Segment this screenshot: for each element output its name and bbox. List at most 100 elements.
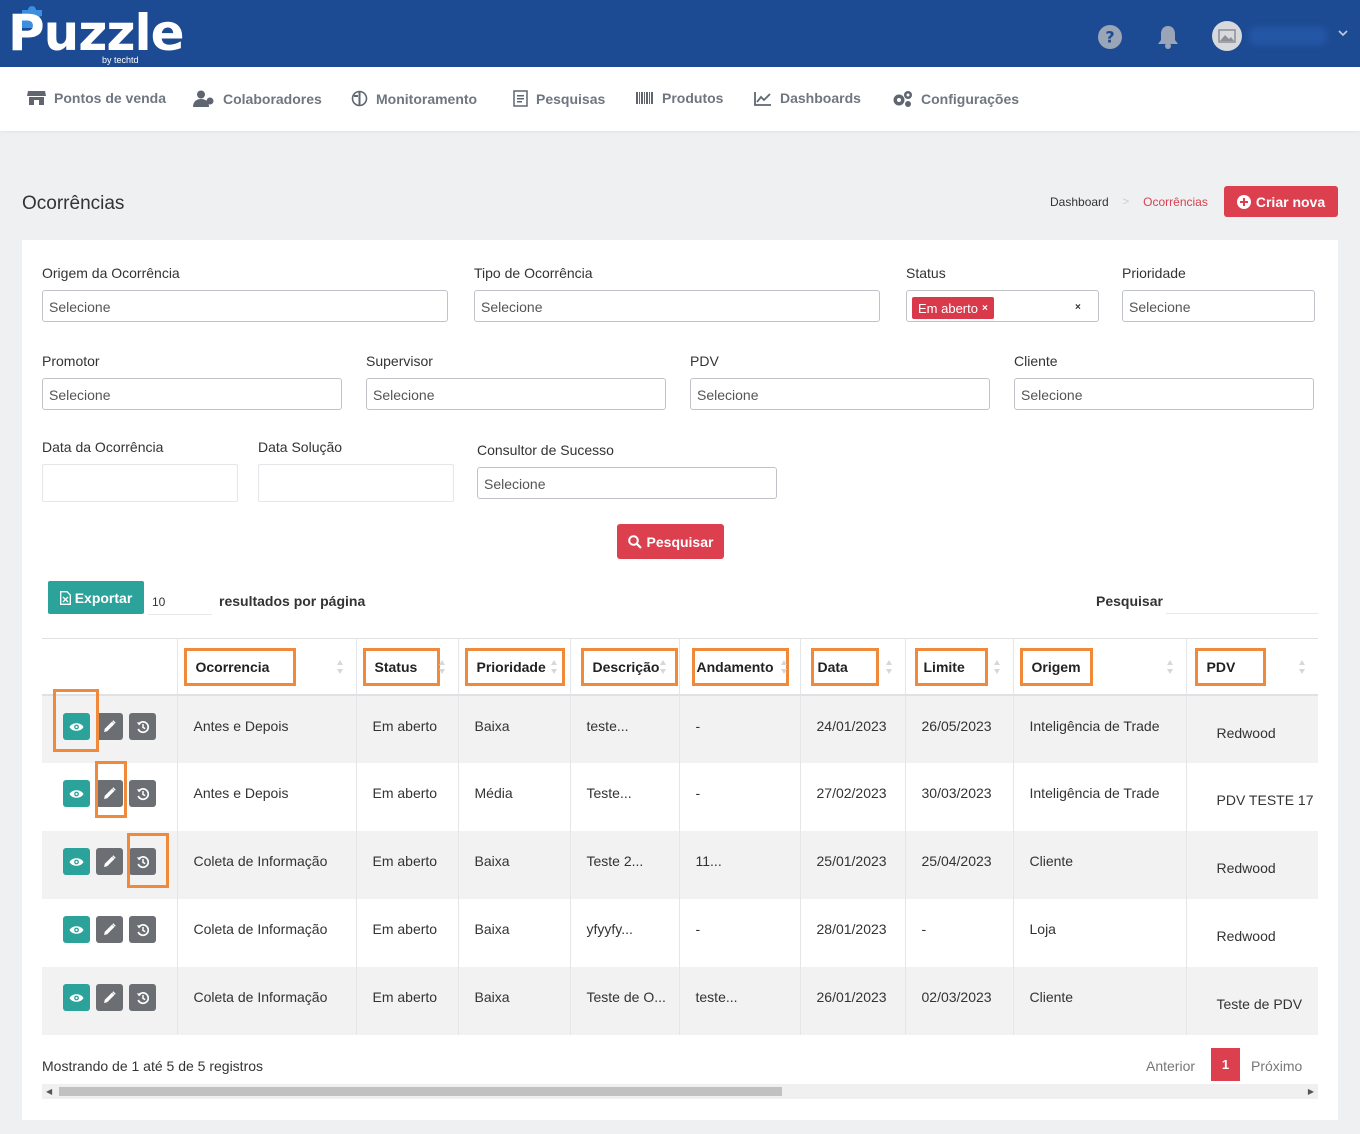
col-actions [42, 639, 178, 696]
nav-item-colaboradores[interactable]: Colaboradores [193, 90, 322, 107]
cell-limite: 26/05/2023 [905, 695, 1014, 763]
history-button[interactable] [129, 780, 156, 807]
col-data[interactable]: Data [800, 639, 906, 696]
survey-icon [513, 90, 528, 107]
chevron-down-icon[interactable] [1338, 29, 1348, 37]
table-row: Coleta de Informação Em aberto Baixa Teste … [42, 967, 1318, 1035]
cell-descricao: Teste 2... [570, 831, 680, 899]
edit-button[interactable] [96, 984, 123, 1011]
col-label: Status [362, 647, 441, 686]
history-button[interactable] [129, 713, 156, 740]
history-button[interactable] [129, 984, 156, 1011]
export-label: Exportar [74, 589, 133, 606]
svg-text:?: ? [1105, 28, 1114, 47]
cliente-select[interactable]: Selecione [1014, 378, 1314, 410]
origem-select[interactable]: Selecione [42, 290, 448, 322]
clear-selection-icon[interactable]: × [1075, 302, 1081, 313]
puzzle-logo[interactable]: Puzzle by techtd [6, 2, 184, 65]
col-limite[interactable]: Limite [905, 639, 1014, 696]
table-search-input[interactable] [1166, 590, 1318, 614]
view-button[interactable] [63, 916, 90, 943]
occurrences-table-wrapper: Ocorrencia Status Prioridade Descrição A… [42, 638, 1318, 1035]
cell-pdv: Redwood [1186, 831, 1318, 899]
status-label: Status [906, 265, 946, 281]
pdv-select[interactable]: Selecione [690, 378, 990, 410]
cell-andamento: 11... [679, 831, 801, 899]
help-icon[interactable]: ? [1098, 25, 1122, 49]
view-button[interactable] [63, 780, 90, 807]
pagination-previous[interactable]: Anterior [1146, 1058, 1195, 1074]
col-andamento[interactable]: Andamento [679, 639, 801, 696]
col-prioridade[interactable]: Prioridade [458, 639, 571, 696]
pencil-icon [103, 991, 116, 1004]
view-button-highlight [53, 689, 99, 752]
cell-data: 25/01/2023 [800, 831, 906, 899]
export-button[interactable]: Exportar [48, 581, 144, 614]
edit-button[interactable] [96, 713, 123, 740]
supervisor-select[interactable]: Selecione [366, 378, 666, 410]
user-name-redacted[interactable] [1248, 27, 1328, 45]
col-status[interactable]: Status [356, 639, 459, 696]
table-info: Mostrando de 1 até 5 de 5 registros [42, 1058, 264, 1074]
pagination-page-1[interactable]: 1 [1211, 1048, 1240, 1081]
nav-label: Pontos de venda [54, 90, 167, 106]
eye-icon [69, 925, 84, 935]
nav-item-monitoramento[interactable]: Monitoramento [351, 90, 477, 107]
col-origem[interactable]: Origem [1013, 639, 1187, 696]
breadcrumb-dashboard[interactable]: Dashboard [1050, 195, 1109, 209]
cell-pdv: Redwood [1186, 695, 1318, 763]
per-page-input[interactable]: 10 [148, 591, 212, 615]
cell-status: Em aberto [356, 831, 459, 899]
pdv-label: PDV [690, 353, 719, 369]
sort-icon [336, 660, 343, 674]
tipo-select[interactable]: Selecione [474, 290, 880, 322]
col-pdv[interactable]: PDV [1186, 639, 1318, 696]
sort-icon [1298, 660, 1305, 674]
scroll-right-icon[interactable]: ▶ [1308, 1087, 1314, 1096]
sort-icon [993, 660, 1000, 674]
col-descricao[interactable]: Descrição [570, 639, 680, 696]
bell-icon[interactable] [1157, 25, 1179, 49]
nav-label: Produtos [662, 90, 724, 106]
cell-origem: Cliente [1013, 831, 1187, 899]
data-ocorrencia-input[interactable] [42, 464, 238, 502]
nav-item-produtos[interactable]: Produtos [636, 90, 723, 106]
pencil-icon [103, 720, 116, 733]
logo-subtitle: by techtd [102, 55, 139, 65]
create-new-button[interactable]: Criar nova [1224, 186, 1338, 217]
col-ocorrencia[interactable]: Ocorrencia [177, 639, 357, 696]
nav-item-pontos-de-venda[interactable]: Pontos de venda [27, 90, 166, 106]
avatar[interactable] [1212, 21, 1242, 51]
col-label: Andamento [691, 647, 789, 686]
tag-remove-icon[interactable]: × [982, 303, 988, 314]
history-icon [136, 720, 150, 734]
search-button[interactable]: Pesquisar [617, 524, 724, 559]
status-select[interactable]: Em aberto × × [906, 290, 1099, 322]
prioridade-select[interactable]: Selecione [1122, 290, 1315, 322]
users-icon [193, 90, 214, 107]
cell-data: 27/02/2023 [800, 763, 906, 831]
nav-item-configuracoes[interactable]: Configurações [892, 90, 1019, 108]
horizontal-scrollbar[interactable]: ◀ ▶ [42, 1084, 1318, 1099]
nav-item-dashboards[interactable]: Dashboards [754, 90, 861, 106]
cell-andamento: - [679, 695, 801, 763]
cell-descricao: yfyyfy... [570, 899, 680, 967]
view-button[interactable] [63, 984, 90, 1011]
nav-item-pesquisas[interactable]: Pesquisas [513, 90, 605, 107]
consultor-select[interactable]: Selecione [477, 467, 777, 499]
edit-button-highlight [95, 761, 127, 818]
edit-button[interactable] [96, 848, 123, 875]
cell-status: Em aberto [356, 763, 459, 831]
history-button[interactable] [129, 916, 156, 943]
cell-limite: - [905, 899, 1014, 967]
scrollbar-thumb[interactable] [59, 1087, 782, 1096]
pagination-next[interactable]: Próximo [1251, 1058, 1302, 1074]
view-button[interactable] [63, 848, 90, 875]
edit-button[interactable] [96, 916, 123, 943]
promotor-select[interactable]: Selecione [42, 378, 342, 410]
nav-label: Dashboards [780, 90, 861, 106]
scroll-left-icon[interactable]: ◀ [46, 1087, 52, 1096]
cell-origem: Loja [1013, 899, 1187, 967]
data-solucao-input[interactable] [258, 464, 454, 502]
occurrences-card: Origem da Ocorrência Selecione Tipo de O… [22, 240, 1338, 1120]
